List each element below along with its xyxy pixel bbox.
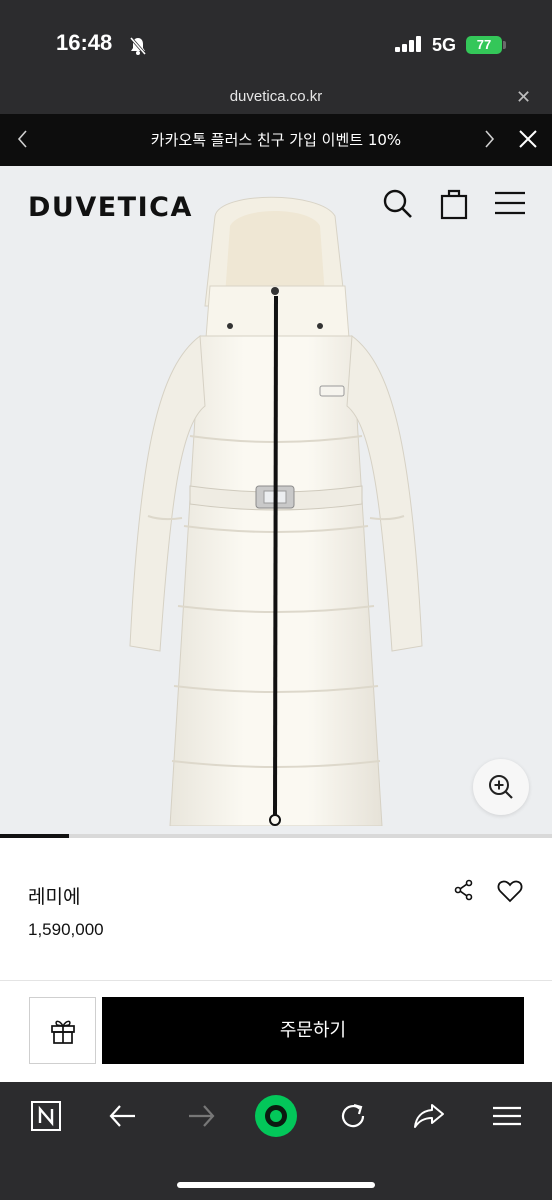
bell-slash-icon [128, 36, 148, 60]
heart-icon[interactable] [497, 879, 523, 907]
naver-n-icon[interactable] [30, 1100, 62, 1136]
shopping-bag-icon[interactable] [440, 188, 468, 224]
battery-cap [503, 41, 506, 49]
url-bar[interactable]: duvetica.co.kr ✕ [0, 86, 552, 114]
battery-level: 77 [476, 37, 492, 52]
brand-logo[interactable]: DUVETICA [28, 192, 193, 223]
close-icon[interactable]: ✕ [516, 87, 531, 108]
order-button[interactable]: 주문하기 [102, 997, 524, 1064]
home-indicator [177, 1182, 375, 1188]
product-name: 레미에 [28, 886, 81, 908]
product-gallery[interactable]: DUVETICA [0, 166, 552, 838]
zoom-in-icon [489, 775, 513, 799]
gift-button[interactable] [29, 997, 96, 1064]
signal-icon [395, 36, 423, 56]
zoom-button[interactable] [473, 759, 529, 815]
status-bar: 16:48 5G 77 [0, 0, 552, 86]
promo-text[interactable]: 카카오톡 플러스 친구 가입 이벤트 10% [0, 129, 552, 150]
url-text[interactable]: duvetica.co.kr [0, 88, 552, 105]
browser-toolbar [0, 1082, 552, 1200]
chevron-right-icon[interactable] [482, 128, 496, 154]
menu-icon[interactable] [491, 1100, 523, 1136]
product-info: 레미에 1,590,000 [0, 838, 552, 980]
product-price: 1,590,000 [28, 920, 104, 939]
gift-icon [51, 1020, 75, 1044]
promo-banner[interactable]: 카카오톡 플러스 친구 가입 이벤트 10% [0, 114, 552, 166]
product-image [129, 196, 423, 826]
green-home-icon[interactable] [254, 1094, 298, 1142]
close-icon[interactable] [516, 127, 540, 155]
refresh-icon[interactable] [337, 1100, 369, 1136]
search-icon[interactable] [382, 188, 414, 224]
section-divider [0, 980, 552, 981]
status-time: 16:48 [56, 30, 113, 55]
hamburger-menu-icon[interactable] [494, 190, 526, 220]
forward-arrow-icon[interactable] [186, 1100, 216, 1136]
share-icon[interactable] [453, 879, 475, 905]
battery-charging-icon: 77 [466, 36, 502, 54]
share-arrow-icon[interactable] [413, 1100, 445, 1136]
network-type: 5G [432, 35, 457, 55]
back-arrow-icon[interactable] [108, 1100, 138, 1136]
